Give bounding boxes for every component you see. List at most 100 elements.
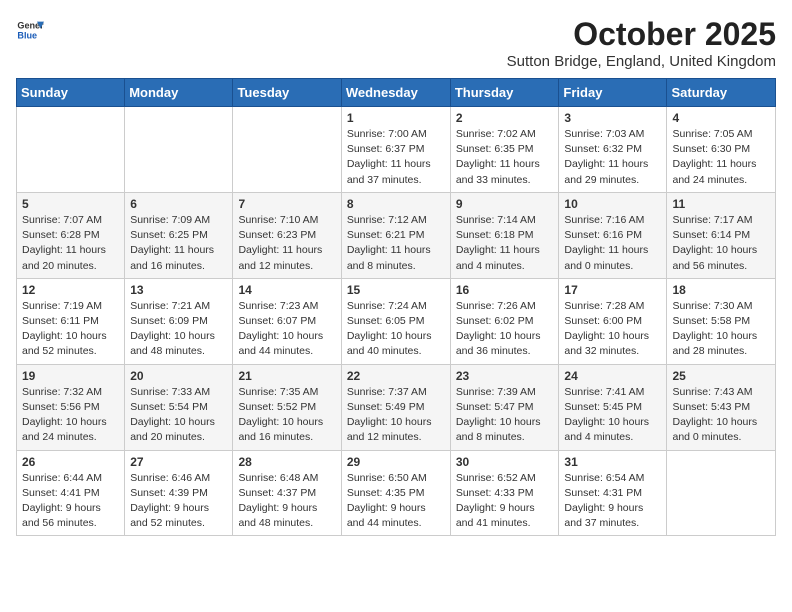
day-info: Sunrise: 7:14 AM Sunset: 6:18 PM Dayligh… (456, 213, 554, 274)
day-number: 10 (564, 197, 661, 211)
svg-text:Blue: Blue (17, 30, 37, 40)
day-number: 7 (238, 197, 335, 211)
weekday-header-wednesday: Wednesday (341, 79, 450, 107)
day-info: Sunrise: 7:28 AM Sunset: 6:00 PM Dayligh… (564, 299, 661, 360)
day-info: Sunrise: 7:10 AM Sunset: 6:23 PM Dayligh… (238, 213, 335, 274)
day-info: Sunrise: 7:33 AM Sunset: 5:54 PM Dayligh… (130, 385, 227, 446)
day-info: Sunrise: 6:48 AM Sunset: 4:37 PM Dayligh… (238, 471, 335, 532)
day-info: Sunrise: 7:12 AM Sunset: 6:21 PM Dayligh… (347, 213, 445, 274)
month-title: October 2025 (507, 16, 776, 53)
calendar-cell: 10 Sunrise: 7:16 AM Sunset: 6:16 PM Dayli… (559, 192, 667, 278)
calendar-week-row: 12 Sunrise: 7:19 AM Sunset: 6:11 PM Dayli… (17, 278, 776, 364)
day-number: 30 (456, 455, 554, 469)
day-info: Sunrise: 7:21 AM Sunset: 6:09 PM Dayligh… (130, 299, 227, 360)
calendar-cell (667, 450, 776, 536)
calendar-cell: 12 Sunrise: 7:19 AM Sunset: 6:11 PM Dayli… (17, 278, 125, 364)
day-info: Sunrise: 6:50 AM Sunset: 4:35 PM Dayligh… (347, 471, 445, 532)
day-info: Sunrise: 7:00 AM Sunset: 6:37 PM Dayligh… (347, 127, 445, 188)
day-number: 20 (130, 369, 227, 383)
calendar-cell: 17 Sunrise: 7:28 AM Sunset: 6:00 PM Dayli… (559, 278, 667, 364)
calendar-cell: 21Sunrise: 7:35 AM Sunset: 5:52 PM Dayli… (233, 364, 341, 450)
day-info: Sunrise: 6:44 AM Sunset: 4:41 PM Dayligh… (22, 471, 119, 532)
calendar-cell: 30 Sunrise: 6:52 AM Sunset: 4:33 PM Dayli… (450, 450, 559, 536)
calendar-cell: 7 Sunrise: 7:10 AM Sunset: 6:23 PM Daylig… (233, 192, 341, 278)
page-header: General Blue October 2025 Sutton Bridge,… (16, 16, 776, 70)
day-number: 27 (130, 455, 227, 469)
calendar-cell: 15 Sunrise: 7:24 AM Sunset: 6:05 PM Dayli… (341, 278, 450, 364)
day-info: Sunrise: 7:17 AM Sunset: 6:14 PM Dayligh… (672, 213, 770, 274)
calendar-cell: 29 Sunrise: 6:50 AM Sunset: 4:35 PM Dayli… (341, 450, 450, 536)
calendar-cell (125, 107, 233, 193)
day-number: 28 (238, 455, 335, 469)
day-info: Sunrise: 7:39 AM Sunset: 5:47 PM Dayligh… (456, 385, 554, 446)
day-number: 9 (456, 197, 554, 211)
calendar-week-row: 5 Sunrise: 7:07 AM Sunset: 6:28 PM Daylig… (17, 192, 776, 278)
weekday-header-thursday: Thursday (450, 79, 559, 107)
day-number: 11 (672, 197, 770, 211)
calendar-cell: 1 Sunrise: 7:00 AM Sunset: 6:37 PM Daylig… (341, 107, 450, 193)
day-number: 4 (672, 111, 770, 125)
day-number: 5 (22, 197, 119, 211)
weekday-header-row: SundayMondayTuesdayWednesdayThursdayFrid… (17, 79, 776, 107)
calendar-cell: 26 Sunrise: 6:44 AM Sunset: 4:41 PM Dayli… (17, 450, 125, 536)
day-number: 15 (347, 283, 445, 297)
day-number: 25 (672, 369, 770, 383)
day-number: 12 (22, 283, 119, 297)
weekday-header-monday: Monday (125, 79, 233, 107)
logo: General Blue (16, 16, 44, 44)
day-info: Sunrise: 6:52 AM Sunset: 4:33 PM Dayligh… (456, 471, 554, 532)
calendar-cell: 18 Sunrise: 7:30 AM Sunset: 5:58 PM Dayli… (667, 278, 776, 364)
day-number: 29 (347, 455, 445, 469)
calendar-cell: 11 Sunrise: 7:17 AM Sunset: 6:14 PM Dayli… (667, 192, 776, 278)
location-title: Sutton Bridge, England, United Kingdom (507, 53, 776, 70)
calendar-table: SundayMondayTuesdayWednesdayThursdayFrid… (16, 78, 776, 536)
day-info: Sunrise: 6:54 AM Sunset: 4:31 PM Dayligh… (564, 471, 661, 532)
calendar-cell: 2 Sunrise: 7:02 AM Sunset: 6:35 PM Daylig… (450, 107, 559, 193)
calendar-cell: 28 Sunrise: 6:48 AM Sunset: 4:37 PM Dayli… (233, 450, 341, 536)
day-number: 8 (347, 197, 445, 211)
calendar-week-row: 1 Sunrise: 7:00 AM Sunset: 6:37 PM Daylig… (17, 107, 776, 193)
calendar-cell: 6Sunrise: 7:09 AM Sunset: 6:25 PM Daylig… (125, 192, 233, 278)
calendar-cell: 25 Sunrise: 7:43 AM Sunset: 5:43 PM Dayli… (667, 364, 776, 450)
calendar-cell: 9 Sunrise: 7:14 AM Sunset: 6:18 PM Daylig… (450, 192, 559, 278)
weekday-header-saturday: Saturday (667, 79, 776, 107)
calendar-cell: 4 Sunrise: 7:05 AM Sunset: 6:30 PM Daylig… (667, 107, 776, 193)
day-number: 31 (564, 455, 661, 469)
day-number: 13 (130, 283, 227, 297)
day-info: Sunrise: 7:26 AM Sunset: 6:02 PM Dayligh… (456, 299, 554, 360)
calendar-week-row: 26 Sunrise: 6:44 AM Sunset: 4:41 PM Dayli… (17, 450, 776, 536)
weekday-header-tuesday: Tuesday (233, 79, 341, 107)
day-info: Sunrise: 7:05 AM Sunset: 6:30 PM Dayligh… (672, 127, 770, 188)
day-info: Sunrise: 7:32 AM Sunset: 5:56 PM Dayligh… (22, 385, 119, 446)
day-number: 21 (238, 369, 335, 383)
day-number: 19 (22, 369, 119, 383)
day-info: Sunrise: 7:24 AM Sunset: 6:05 PM Dayligh… (347, 299, 445, 360)
day-info: Sunrise: 6:46 AM Sunset: 4:39 PM Dayligh… (130, 471, 227, 532)
calendar-cell: 3Sunrise: 7:03 AM Sunset: 6:32 PM Daylig… (559, 107, 667, 193)
day-number: 17 (564, 283, 661, 297)
day-number: 26 (22, 455, 119, 469)
calendar-cell: 16 Sunrise: 7:26 AM Sunset: 6:02 PM Dayli… (450, 278, 559, 364)
day-number: 1 (347, 111, 445, 125)
day-info: Sunrise: 7:43 AM Sunset: 5:43 PM Dayligh… (672, 385, 770, 446)
day-info: Sunrise: 7:37 AM Sunset: 5:49 PM Dayligh… (347, 385, 445, 446)
calendar-cell: 13 Sunrise: 7:21 AM Sunset: 6:09 PM Dayli… (125, 278, 233, 364)
day-info: Sunrise: 7:23 AM Sunset: 6:07 PM Dayligh… (238, 299, 335, 360)
day-info: Sunrise: 7:03 AM Sunset: 6:32 PM Dayligh… (564, 127, 661, 188)
day-info: Sunrise: 7:16 AM Sunset: 6:16 PM Dayligh… (564, 213, 661, 274)
calendar-cell: 27 Sunrise: 6:46 AM Sunset: 4:39 PM Dayli… (125, 450, 233, 536)
day-number: 2 (456, 111, 554, 125)
title-block: October 2025 Sutton Bridge, England, Uni… (507, 16, 776, 70)
calendar-cell: 31 Sunrise: 6:54 AM Sunset: 4:31 PM Dayli… (559, 450, 667, 536)
day-number: 16 (456, 283, 554, 297)
day-info: Sunrise: 7:07 AM Sunset: 6:28 PM Dayligh… (22, 213, 119, 274)
day-number: 23 (456, 369, 554, 383)
day-info: Sunrise: 7:02 AM Sunset: 6:35 PM Dayligh… (456, 127, 554, 188)
day-number: 18 (672, 283, 770, 297)
calendar-cell: 24Sunrise: 7:41 AM Sunset: 5:45 PM Dayli… (559, 364, 667, 450)
calendar-cell: 20 Sunrise: 7:33 AM Sunset: 5:54 PM Dayli… (125, 364, 233, 450)
day-info: Sunrise: 7:30 AM Sunset: 5:58 PM Dayligh… (672, 299, 770, 360)
day-info: Sunrise: 7:19 AM Sunset: 6:11 PM Dayligh… (22, 299, 119, 360)
day-number: 14 (238, 283, 335, 297)
weekday-header-friday: Friday (559, 79, 667, 107)
